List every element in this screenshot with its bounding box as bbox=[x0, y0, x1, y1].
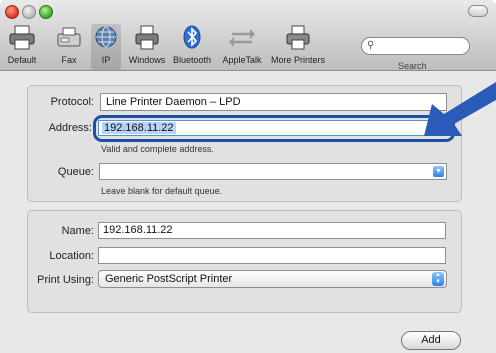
more-printers-icon bbox=[286, 25, 310, 50]
location-label: Location: bbox=[49, 250, 94, 262]
print-using-popup[interactable]: Generic PostScript Printer ▲ ▼ bbox=[98, 270, 447, 288]
close-window-button[interactable] bbox=[5, 5, 19, 19]
toolbar-label-default: Default bbox=[7, 55, 37, 65]
toolbar-toggle-button[interactable] bbox=[468, 5, 488, 17]
location-field[interactable] bbox=[98, 247, 446, 264]
toolbar-label-fax: Fax bbox=[61, 55, 77, 65]
add-printer-window: Default Fax IP Windows Bluetooth AppleTa… bbox=[0, 0, 496, 353]
address-label: Address: bbox=[48, 122, 92, 134]
toolbar-bluetooth[interactable]: Bluetooth bbox=[171, 24, 213, 65]
toolbar-windows[interactable]: Windows bbox=[124, 24, 170, 65]
callout-arrow-icon bbox=[424, 82, 496, 136]
toolbar-label-ip: IP bbox=[101, 55, 111, 65]
search-icon: ⚲ bbox=[367, 40, 375, 51]
protocol-select[interactable]: Line Printer Daemon – LPD bbox=[100, 93, 447, 111]
queue-combo[interactable]: ▼ bbox=[99, 163, 447, 180]
search-input[interactable] bbox=[378, 38, 468, 54]
ip-globe-icon bbox=[95, 26, 117, 48]
name-value: 192.168.11.22 bbox=[103, 224, 173, 236]
toolbar-label-appletalk: AppleTalk bbox=[222, 55, 262, 65]
queue-dropdown-icon[interactable]: ▼ bbox=[433, 166, 444, 177]
toolbar-label-windows: Windows bbox=[128, 55, 166, 65]
add-button[interactable]: Add bbox=[401, 331, 461, 350]
toolbar-default[interactable]: Default bbox=[2, 24, 42, 65]
address-combo[interactable]: 192.168.11.22 ▼ bbox=[98, 120, 450, 136]
appletalk-icon bbox=[229, 29, 255, 47]
windows-printer-icon bbox=[135, 25, 159, 50]
popup-stepper-icon: ▲ ▼ bbox=[432, 272, 444, 286]
toolbar-fax[interactable]: Fax bbox=[52, 24, 86, 65]
protocol-value: Line Printer Daemon – LPD bbox=[106, 96, 241, 108]
print-using-value: Generic PostScript Printer bbox=[105, 273, 233, 285]
toolbar-more-printers[interactable]: More Printers bbox=[268, 24, 328, 65]
toolbar-label-bluetooth: Bluetooth bbox=[172, 55, 212, 65]
toolbar-ip[interactable]: IP bbox=[91, 24, 121, 70]
print-using-label: Print Using: bbox=[37, 274, 94, 286]
minimize-window-button[interactable] bbox=[22, 5, 36, 19]
queue-hint: Leave blank for default queue. bbox=[101, 186, 223, 196]
protocol-label: Protocol: bbox=[50, 96, 94, 108]
address-value: 192.168.11.22 bbox=[102, 122, 176, 134]
zoom-window-button[interactable] bbox=[39, 5, 53, 19]
bluetooth-icon bbox=[183, 25, 201, 49]
name-field[interactable]: 192.168.11.22 bbox=[98, 222, 446, 239]
queue-label: Queue: bbox=[57, 166, 94, 178]
address-hint: Valid and complete address. bbox=[101, 144, 214, 154]
printer-default-icon bbox=[9, 25, 35, 50]
name-label: Name: bbox=[61, 225, 94, 237]
toolbar-label-more-printers: More Printers bbox=[270, 55, 325, 65]
fax-icon bbox=[57, 27, 81, 47]
toolbar-appletalk[interactable]: AppleTalk bbox=[217, 24, 267, 65]
search-field[interactable]: ⚲ bbox=[361, 37, 470, 55]
